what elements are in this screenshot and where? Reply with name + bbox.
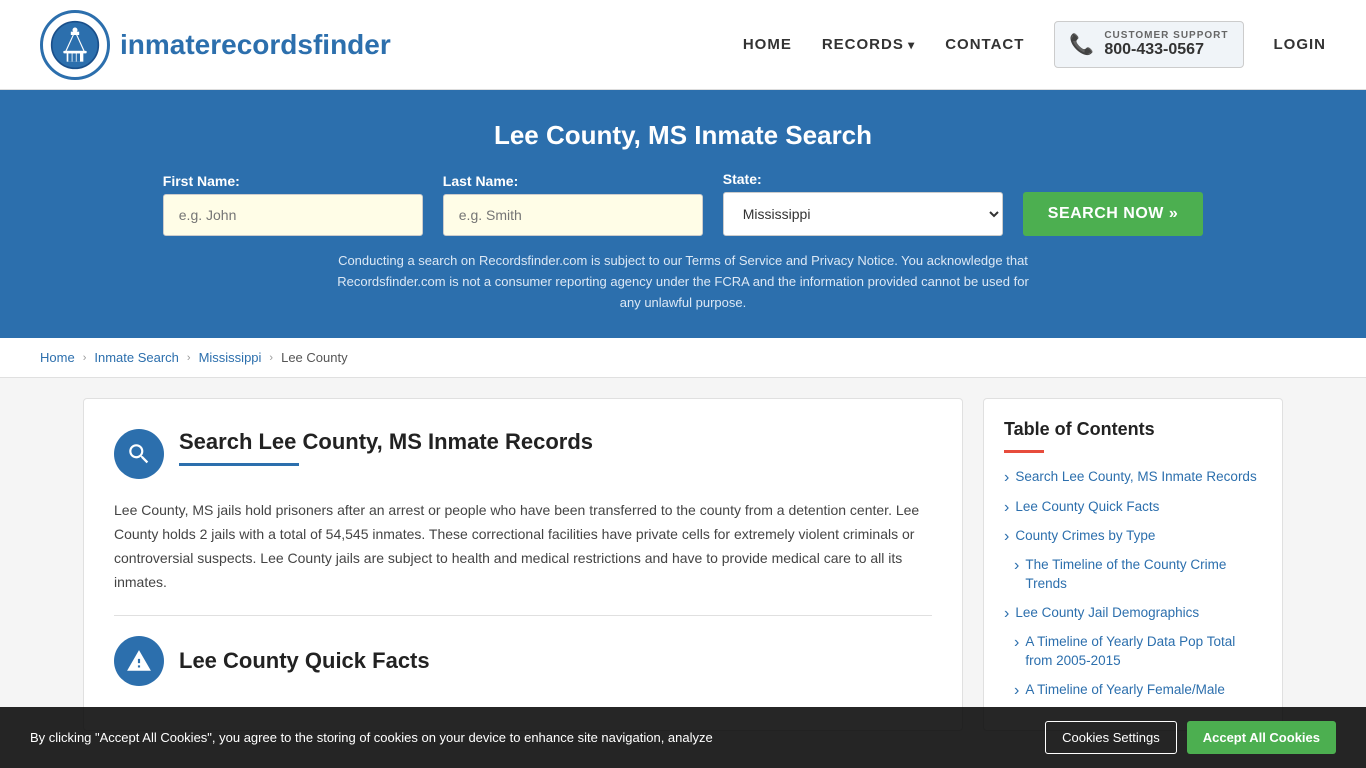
nav-login[interactable]: LOGIN	[1274, 36, 1327, 53]
section1-title-area: Search Lee County, MS Inmate Records	[179, 429, 593, 466]
toc-item-4: The Timeline of the County Crime Trends	[1004, 556, 1262, 594]
breadcrumb-sep-1: ›	[83, 352, 87, 364]
phone-icon: 📞	[1069, 32, 1094, 57]
search-form: First Name: Last Name: State: Mississipp…	[40, 171, 1326, 236]
last-name-group: Last Name:	[443, 173, 703, 236]
first-name-group: First Name:	[163, 173, 423, 236]
logo-text-normal: inmaterecords	[120, 29, 313, 60]
search-banner: Lee County, MS Inmate Search First Name:…	[0, 90, 1366, 338]
first-name-input[interactable]	[163, 194, 423, 236]
toc-list: Search Lee County, MS Inmate Records Lee…	[1004, 468, 1262, 700]
breadcrumb-state[interactable]: Mississippi	[199, 350, 262, 365]
state-label: State:	[723, 171, 762, 187]
nav-records[interactable]: RECORDS	[822, 36, 915, 53]
breadcrumb-county: Lee County	[281, 350, 348, 365]
toc-item-5: Lee County Jail Demographics	[1004, 604, 1262, 623]
main-nav: HOME RECORDS CONTACT 📞 CUSTOMER SUPPORT …	[743, 21, 1326, 68]
logo-icon	[40, 10, 110, 80]
disclaimer-text: Conducting a search on Recordsfinder.com…	[333, 251, 1033, 313]
toc-link-6[interactable]: A Timeline of Yearly Data Pop Total from…	[1004, 633, 1262, 671]
search-button[interactable]: SEARCH NOW »	[1023, 192, 1203, 236]
logo-text: inmaterecordsfinder	[120, 29, 391, 61]
toc-item-3: County Crimes by Type	[1004, 527, 1262, 546]
breadcrumb-sep-2: ›	[187, 352, 191, 364]
breadcrumb-sep-3: ›	[269, 352, 273, 364]
cookie-settings-button[interactable]: Cookies Settings	[1045, 721, 1177, 754]
toc-card: Table of Contents Search Lee County, MS …	[983, 398, 1283, 731]
section1-body: Lee County, MS jails hold prisoners afte…	[114, 499, 932, 594]
toc-item-2: Lee County Quick Facts	[1004, 498, 1262, 517]
toc-link-7[interactable]: A Timeline of Yearly Female/Male	[1004, 681, 1262, 700]
cookie-banner: By clicking "Accept All Cookies", you ag…	[0, 707, 1366, 768]
breadcrumb-inmate-search[interactable]: Inmate Search	[94, 350, 179, 365]
toc-link-3[interactable]: County Crimes by Type	[1004, 527, 1262, 546]
toc-link-2[interactable]: Lee County Quick Facts	[1004, 498, 1262, 517]
cookie-buttons: Cookies Settings Accept All Cookies	[1045, 721, 1336, 754]
logo-text-bold: finder	[313, 29, 391, 60]
breadcrumb: Home › Inmate Search › Mississippi › Lee…	[0, 338, 1366, 378]
content-card: Search Lee County, MS Inmate Records Lee…	[83, 398, 963, 731]
last-name-input[interactable]	[443, 194, 703, 236]
last-name-label: Last Name:	[443, 173, 518, 189]
section1-underline	[179, 463, 299, 466]
section-divider	[114, 615, 932, 616]
toc-title: Table of Contents	[1004, 419, 1262, 440]
nav-contact[interactable]: CONTACT	[945, 36, 1024, 53]
nav-home[interactable]: HOME	[743, 36, 792, 53]
support-label: CUSTOMER SUPPORT	[1104, 30, 1228, 41]
cookie-text: By clicking "Accept All Cookies", you ag…	[30, 728, 1025, 748]
nav-support-box[interactable]: 📞 CUSTOMER SUPPORT 800-433-0567	[1054, 21, 1243, 68]
site-header: inmaterecordsfinder HOME RECORDS CONTACT…	[0, 0, 1366, 90]
cookie-accept-button[interactable]: Accept All Cookies	[1187, 721, 1336, 754]
banner-title: Lee County, MS Inmate Search	[40, 120, 1326, 151]
support-text: CUSTOMER SUPPORT 800-433-0567	[1104, 30, 1228, 59]
breadcrumb-home[interactable]: Home	[40, 350, 75, 365]
search-icon-circle	[114, 429, 164, 479]
section2-header: Lee County Quick Facts	[114, 636, 932, 686]
state-select[interactable]: Mississippi Alabama Alaska Arizona Calif…	[723, 192, 1003, 236]
warning-icon-circle	[114, 636, 164, 686]
toc-item-6: A Timeline of Yearly Data Pop Total from…	[1004, 633, 1262, 671]
sidebar: Table of Contents Search Lee County, MS …	[983, 398, 1283, 731]
toc-item-1: Search Lee County, MS Inmate Records	[1004, 468, 1262, 487]
support-number: 800-433-0567	[1104, 41, 1228, 59]
toc-divider	[1004, 450, 1044, 453]
toc-link-5[interactable]: Lee County Jail Demographics	[1004, 604, 1262, 623]
section1-title: Search Lee County, MS Inmate Records	[179, 429, 593, 455]
toc-link-1[interactable]: Search Lee County, MS Inmate Records	[1004, 468, 1262, 487]
toc-link-4[interactable]: The Timeline of the County Crime Trends	[1004, 556, 1262, 594]
main-container: Search Lee County, MS Inmate Records Lee…	[43, 398, 1323, 731]
state-group: State: Mississippi Alabama Alaska Arizon…	[723, 171, 1003, 236]
logo-area: inmaterecordsfinder	[40, 10, 391, 80]
toc-item-7: A Timeline of Yearly Female/Male	[1004, 681, 1262, 700]
section1-header: Search Lee County, MS Inmate Records	[114, 429, 932, 479]
quick-facts-title: Lee County Quick Facts	[179, 648, 430, 674]
first-name-label: First Name:	[163, 173, 240, 189]
